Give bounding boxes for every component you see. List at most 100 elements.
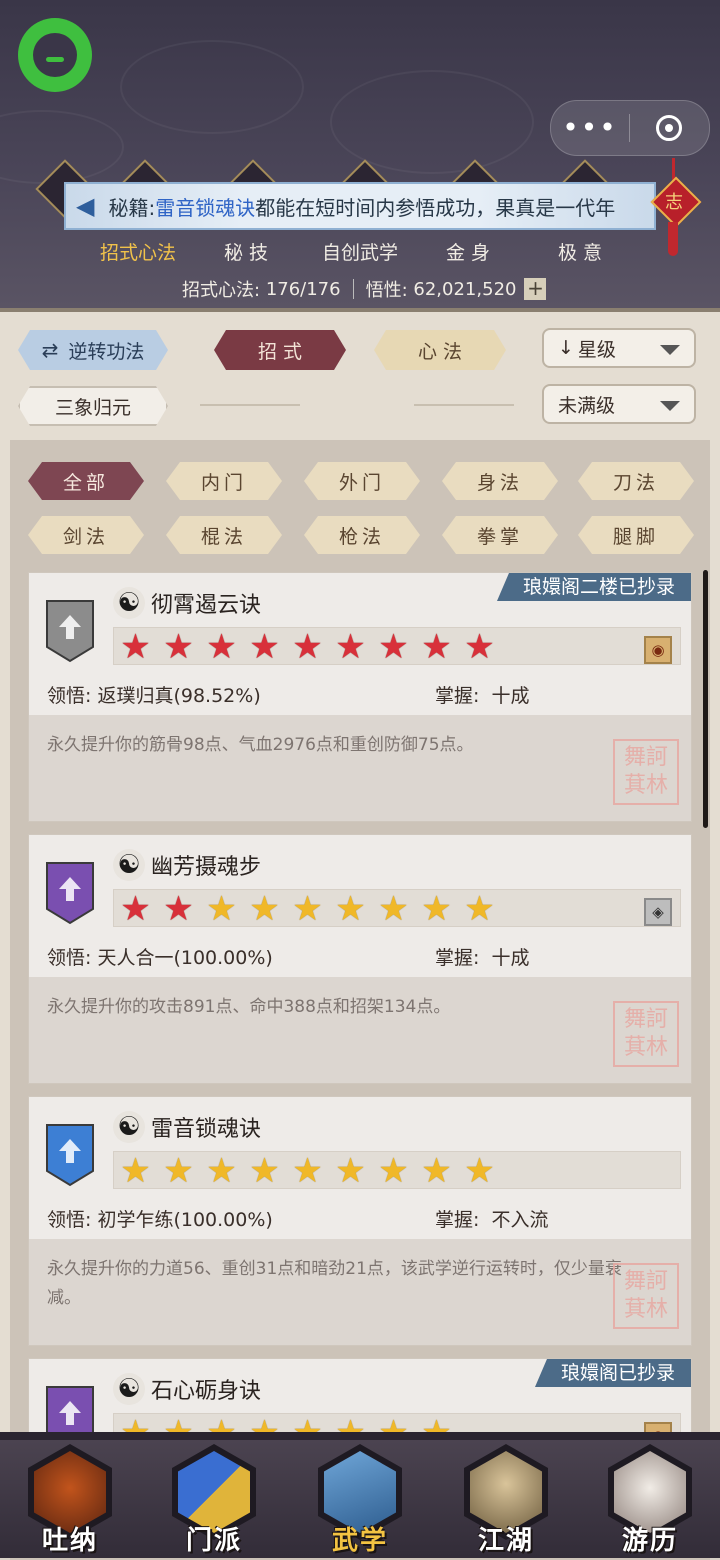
mastery-label: 掌握: <box>435 685 480 707</box>
list-scrollbar[interactable] <box>703 570 708 828</box>
filter-tuijiao[interactable]: 腿脚 <box>578 516 694 554</box>
filter-gunfa[interactable]: 棍法 <box>166 516 282 554</box>
nav-tuna[interactable]: 吐纳 <box>22 1444 118 1556</box>
comprehension-value: 返璞归真(98.52%) <box>97 685 261 707</box>
yinyang-icon: ☯ <box>113 1111 145 1143</box>
nav-youli[interactable]: 游历 <box>602 1444 698 1556</box>
insight-value: 62,021,520 <box>413 278 517 300</box>
tab-zichuang-wuxue[interactable]: 自创武学 <box>322 238 398 265</box>
tab-jiyi[interactable]: 极 意 <box>558 238 602 265</box>
knot-char: 志 <box>665 192 683 213</box>
star-gold-icon: ★ <box>378 1151 409 1191</box>
filter-quanzhang[interactable]: 拳掌 <box>442 516 558 554</box>
star-gold-icon: ★ <box>292 889 323 929</box>
star-gold-icon: ★ <box>163 1151 194 1191</box>
skill-name: 石心砺身诀 <box>151 1379 262 1404</box>
filter-jianfa[interactable]: 剑法 <box>28 516 144 554</box>
reverse-skill-label: 逆转功法 <box>68 340 145 363</box>
stats-line: 招式心法: 176/176 悟性: 62,021,520 + <box>182 276 547 302</box>
skill-description: 永久提升你的攻击891点、命中388点和招架134点。 <box>47 997 451 1017</box>
nav-top-border <box>0 1432 720 1440</box>
add-insight-button[interactable]: + <box>524 278 547 300</box>
notice-text: 秘籍:雷音锁魂诀都能在短时间内参悟成功，果真是一代年 <box>108 192 615 221</box>
notice-banner[interactable]: ◀ 秘籍:雷音锁魂诀都能在短时间内参悟成功，果真是一代年 <box>64 182 656 230</box>
divider-ornament <box>414 404 514 406</box>
comprehension-label: 领悟: <box>47 1209 92 1231</box>
level-filter-label: 未满级 <box>558 394 616 417</box>
yinyang-icon: ☯ <box>113 587 145 619</box>
nav-wuxue[interactable]: 武学 <box>312 1444 408 1556</box>
panel-top-border <box>0 308 720 312</box>
type-emblem-icon: ◉ <box>644 636 672 664</box>
comprehension-label: 领悟: <box>47 947 92 969</box>
category-tabs: 招式心法 秘 技 自创武学 金 身 极 意 <box>80 238 660 268</box>
nav-label: 游历 <box>621 1526 678 1556</box>
skill-card[interactable]: ☯ 彻霄遏云诀 琅嬛阁二楼已抄录 ★ ★ ★ ★ ★ ★ ★ ★ ★ ◉ 领悟: 返璞归真(98.52%)… <box>28 572 692 822</box>
mastery-row: 掌握: 十成 <box>435 681 530 708</box>
target-icon <box>656 115 682 141</box>
more-menu-button[interactable]: ••• <box>551 101 629 155</box>
star-gold-icon: ★ <box>464 889 495 929</box>
comprehension-value: 天人合一(100.00%) <box>97 947 273 969</box>
copied-tag: 琅嬛阁已抄录 <box>534 1359 691 1387</box>
star-row: ★ ★ ★ ★ ★ ★ ★ ★ ★ <box>114 628 501 666</box>
star-gold-icon: ★ <box>206 1151 237 1191</box>
star-red-icon: ★ <box>163 889 194 929</box>
swap-icon: ⇄ <box>41 338 59 362</box>
sort-label: 星级 <box>577 338 616 361</box>
stats-divider <box>352 279 354 299</box>
type-emblem-icon: ◈ <box>644 898 672 926</box>
filter-shenfa[interactable]: 身法 <box>442 462 558 500</box>
mastery-label: 掌握: <box>435 1209 480 1231</box>
star-gold-icon: ★ <box>378 889 409 929</box>
tab-miji[interactable]: 秘 技 <box>224 238 268 265</box>
filter-waimen[interactable]: 外门 <box>304 462 420 500</box>
filter-all[interactable]: 全部 <box>28 462 144 500</box>
filter-qiangfa[interactable]: 枪法 <box>304 516 420 554</box>
sanxiang-button[interactable]: 三象归元 <box>18 386 168 426</box>
skill-name: 彻霄遏云诀 <box>151 593 262 618</box>
sort-dropdown[interactable]: ↓ 星级 <box>542 328 696 368</box>
star-gold-icon: ★ <box>249 1151 280 1191</box>
star-red-icon: ★ <box>206 627 237 667</box>
filter-daofa[interactable]: 刀法 <box>578 462 694 500</box>
filter-neimen[interactable]: 内门 <box>166 462 282 500</box>
star-row: ★ ★ ★ ★ ★ ★ ★ ★ ★ <box>114 1152 501 1190</box>
mastery-label: 掌握: <box>435 947 480 969</box>
tab-moves[interactable]: 招 式 <box>214 330 346 370</box>
skill-card[interactable]: ☯石心砺身诀琅嬛阁已抄录★★★★★★★★◉ <box>28 1358 692 1452</box>
comprehension-row: 领悟: 返璞归真(98.52%) <box>47 681 261 708</box>
star-gold-icon: ★ <box>335 1151 366 1191</box>
arrow-down-icon: ↓ <box>558 337 574 359</box>
skill-card[interactable]: ☯ 雷音锁魂诀 ★ ★ ★ ★ ★ ★ ★ ★ ★ 领悟: 初学乍练(100.00%) 掌握: 不入流永… <box>28 1096 692 1346</box>
chat-logo-icon[interactable] <box>18 18 92 92</box>
header: ••• ◀ 秘籍:雷音锁魂诀都能在短时间内参悟成功，果真是一代年 志 招式心法 … <box>0 0 720 308</box>
tab-zhaoshi-xinfa[interactable]: 招式心法 <box>100 238 176 265</box>
notice-highlight: 雷音锁魂诀 <box>155 195 256 220</box>
nav-label: 武学 <box>331 1526 388 1556</box>
nav-label: 吐纳 <box>41 1526 98 1556</box>
star-gold-icon: ★ <box>421 889 452 929</box>
close-miniprogram-button[interactable] <box>630 115 708 141</box>
reverse-skill-button[interactable]: ⇄ 逆转功法 <box>18 330 168 370</box>
seal-stamp: 舞訶萁林舞訶萁林 <box>613 1263 679 1329</box>
star-red-icon: ★ <box>378 627 409 667</box>
skills-label: 招式心法: <box>182 280 261 301</box>
copied-tag: 琅嬛阁二楼已抄录 <box>496 573 691 601</box>
skills-count: 176/176 <box>265 278 341 300</box>
notice-rest: 都能在短时间内参悟成功，果真是一代年 <box>255 195 616 220</box>
star-row: ★ ★ ★ ★ ★ ★ ★ ★ ★ <box>114 890 501 928</box>
insight-label: 悟性: <box>365 280 408 301</box>
yinyang-icon: ☯ <box>113 849 145 881</box>
nav-jianghu[interactable]: 江湖 <box>458 1444 554 1556</box>
skill-card[interactable]: ☯ 幽芳摄魂步 ★ ★ ★ ★ ★ ★ ★ ★ ★ ◈ 领悟: 天人合一(100.00%) 掌握: 十成永… <box>28 834 692 1084</box>
nav-menpai[interactable]: 门派 <box>166 1444 262 1556</box>
skill-description: 永久提升你的力道56、重创31点和暗劲21点，该武学逆行运转时，仅少量衰减。 <box>47 1259 622 1308</box>
level-filter-dropdown[interactable]: 未满级 <box>542 384 696 424</box>
tab-mind[interactable]: 心 法 <box>374 330 506 370</box>
tab-jinshen[interactable]: 金 身 <box>446 238 490 265</box>
star-red-icon: ★ <box>249 627 280 667</box>
mastery-value: 十成 <box>491 685 530 707</box>
rank-badge-icon <box>43 597 97 665</box>
seal-stamp: 舞訶萁林舞訶萁林 <box>613 739 679 805</box>
